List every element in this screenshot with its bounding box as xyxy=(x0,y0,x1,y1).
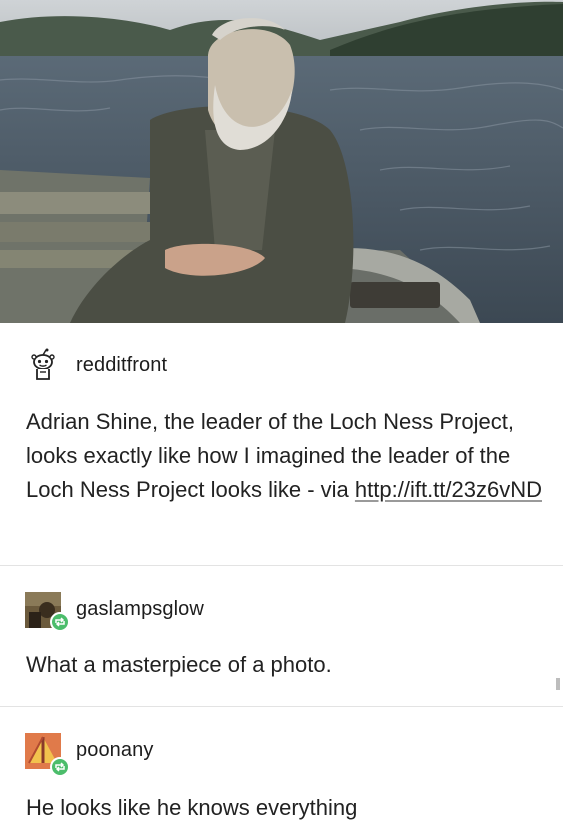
reblog-icon xyxy=(50,612,70,632)
post-text: He looks like he knows everything xyxy=(26,795,358,820)
post-poonany: poonany He looks like he knows everythin… xyxy=(0,707,563,820)
username-redditfront[interactable]: redditfront xyxy=(76,354,167,377)
source-link[interactable]: http://ift.tt/23z6vND xyxy=(355,477,542,502)
post-text: Adrian Shine, the leader of the Loch Nes… xyxy=(26,405,546,507)
username-poonany[interactable]: poonany xyxy=(76,739,153,762)
post-gaslampsglow: gaslampsglow What a masterpiece of a pho… xyxy=(0,566,563,706)
reblog-icon xyxy=(50,757,70,777)
post-text: What a masterpiece of a photo. xyxy=(26,652,332,677)
username-gaslampsglow[interactable]: gaslampsglow xyxy=(76,598,204,621)
post-redditfront: redditfront Adrian Shine, the leader of … xyxy=(0,323,563,565)
post-photo xyxy=(0,0,563,323)
reddit-alien-icon[interactable] xyxy=(25,348,61,384)
scrollbar-indicator xyxy=(556,678,560,690)
